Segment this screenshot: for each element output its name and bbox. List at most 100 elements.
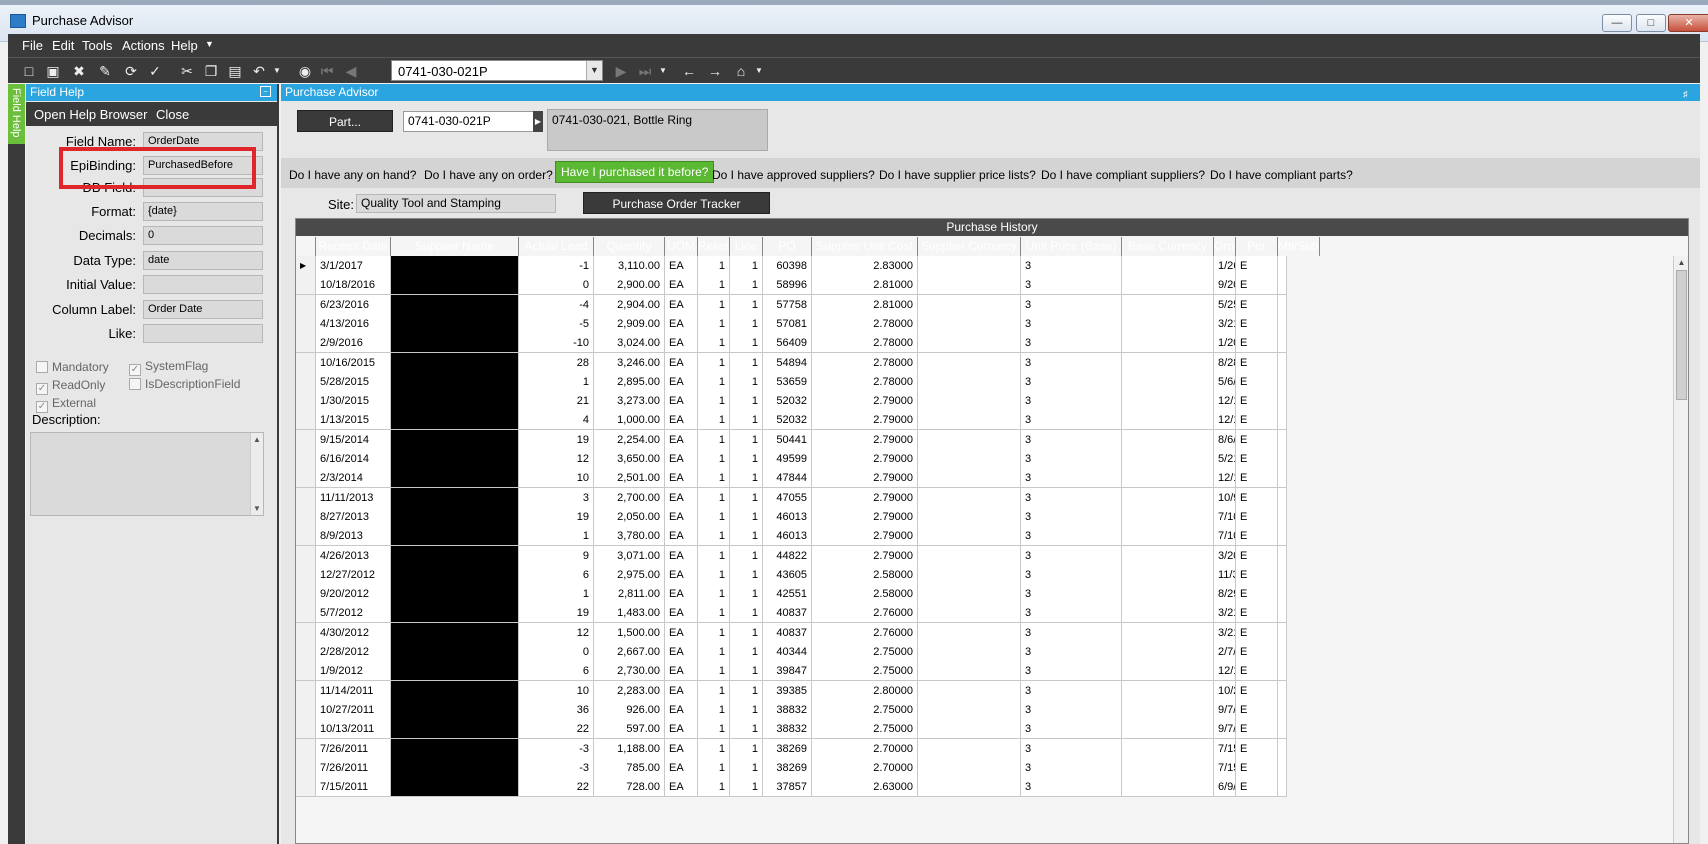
cell-base-currency[interactable] <box>1122 738 1214 759</box>
cell-mtl-sub[interactable] <box>1278 757 1287 778</box>
table-row[interactable]: 4/13/2016-52,909.00EA11570812.7800033/21… <box>296 313 1448 334</box>
cell-po[interactable]: 57081 <box>763 313 812 334</box>
cell-actual-lead[interactable]: 1 <box>519 371 594 392</box>
cell-base-currency[interactable] <box>1122 603 1214 624</box>
cell-order-date[interactable]: 7/10/2013 <box>1214 526 1236 547</box>
cell-po[interactable]: 38269 <box>763 757 812 778</box>
grid-scroll-thumb[interactable] <box>1676 270 1687 400</box>
cell-line[interactable]: 1 <box>730 449 763 469</box>
purchase-order-tracker-button[interactable]: Purchase Order Tracker <box>583 192 770 214</box>
cell-base-currency[interactable] <box>1122 699 1214 720</box>
cell-mtl-sub[interactable] <box>1278 275 1287 296</box>
cell-supplier-currency[interactable] <box>918 642 1021 662</box>
cell-unit-price-base-[interactable]: 3 <box>1021 294 1122 315</box>
cell-actual-lead[interactable]: 36 <box>519 699 594 720</box>
row-selector[interactable] <box>296 719 316 740</box>
cell-relea[interactable]: 1 <box>698 506 730 527</box>
cell-actual-lead[interactable]: -3 <box>519 757 594 778</box>
forward-icon[interactable]: → <box>706 62 724 80</box>
cell-actual-lead[interactable]: 21 <box>519 391 594 412</box>
cell-supplier-unit-cost[interactable]: 2.78000 <box>812 371 918 392</box>
cell-actual-lead[interactable]: -5 <box>519 313 594 334</box>
cell-actual-lead[interactable]: 19 <box>519 506 594 527</box>
cell-receipt-date[interactable]: 6/16/2014 <box>316 449 391 469</box>
row-selector[interactable] <box>296 777 316 798</box>
cell-supplier-name[interactable] <box>391 256 519 276</box>
cell-mtl-sub[interactable] <box>1278 333 1287 354</box>
cell-mtl-sub[interactable] <box>1278 294 1287 315</box>
menu-actions[interactable]: Actions <box>122 38 165 53</box>
cell-relea[interactable]: 1 <box>698 738 730 759</box>
cell-actual-lead[interactable]: -3 <box>519 738 594 759</box>
cell-quantity[interactable]: 926.00 <box>594 699 665 720</box>
cell-quantity[interactable]: 3,024.00 <box>594 333 665 354</box>
cell-actual-lead[interactable]: -4 <box>519 294 594 315</box>
question-purchased-before[interactable]: Have I purchased it before? <box>555 161 715 183</box>
cell-per[interactable]: E <box>1236 333 1278 354</box>
cell-uom[interactable]: EA <box>665 468 698 489</box>
cell-unit-price-base-[interactable]: 3 <box>1021 603 1122 624</box>
cell-actual-lead[interactable]: 19 <box>519 429 594 450</box>
cell-line[interactable]: 1 <box>730 584 763 605</box>
column-header-actual-lead[interactable]: Actual Lead <box>519 237 594 256</box>
cell-supplier-currency[interactable] <box>918 738 1021 759</box>
cell-order-date[interactable]: 9/20/2016 <box>1214 275 1236 296</box>
cell-uom[interactable]: EA <box>665 391 698 412</box>
cell-supplier-unit-cost[interactable]: 2.81000 <box>812 275 918 296</box>
cell-quantity[interactable]: 1,500.00 <box>594 622 665 643</box>
cell-quantity[interactable]: 2,700.00 <box>594 487 665 508</box>
cell-unit-price-base-[interactable]: 3 <box>1021 642 1122 662</box>
cell-receipt-date[interactable]: 3/1/2017 <box>316 256 391 276</box>
cell-supplier-unit-cost[interactable]: 2.81000 <box>812 294 918 315</box>
cell-uom[interactable]: EA <box>665 313 698 334</box>
cell-mtl-sub[interactable] <box>1278 256 1287 276</box>
cell-unit-price-base-[interactable]: 3 <box>1021 256 1122 276</box>
cell-uom[interactable]: EA <box>665 506 698 527</box>
question-compliant-parts[interactable]: Do I have compliant parts? <box>1210 168 1353 182</box>
cell-po[interactable]: 46013 <box>763 506 812 527</box>
cell-supplier-currency[interactable] <box>918 545 1021 566</box>
cell-quantity[interactable]: 1,000.00 <box>594 410 665 431</box>
cell-relea[interactable]: 1 <box>698 680 730 701</box>
cell-line[interactable]: 1 <box>730 777 763 798</box>
cell-quantity[interactable]: 2,730.00 <box>594 661 665 682</box>
row-selector[interactable] <box>296 487 316 508</box>
cell-relea[interactable]: 1 <box>698 661 730 682</box>
cell-relea[interactable]: 1 <box>698 642 730 662</box>
row-selector[interactable] <box>296 661 316 682</box>
cell-receipt-date[interactable]: 4/13/2016 <box>316 313 391 334</box>
cell-supplier-unit-cost[interactable]: 2.79000 <box>812 429 918 450</box>
cell-actual-lead[interactable]: 1 <box>519 526 594 547</box>
cell-order-date[interactable]: 8/6/2014 <box>1214 429 1236 450</box>
menu-file[interactable]: File <box>22 38 43 53</box>
cell-supplier-unit-cost[interactable]: 2.75000 <box>812 699 918 720</box>
cell-unit-price-base-[interactable]: 3 <box>1021 699 1122 720</box>
cell-supplier-unit-cost[interactable]: 2.79000 <box>812 449 918 469</box>
cell-order-date[interactable]: 8/29/2012 <box>1214 584 1236 605</box>
cell-per[interactable]: E <box>1236 719 1278 740</box>
table-row[interactable]: 5/28/201512,895.00EA11536592.7800035/6/2… <box>296 371 1448 392</box>
cell-supplier-currency[interactable] <box>918 777 1021 798</box>
cell-per[interactable]: E <box>1236 256 1278 276</box>
cell-supplier-name[interactable] <box>391 699 519 720</box>
cell-supplier-unit-cost[interactable]: 2.79000 <box>812 487 918 508</box>
new-icon[interactable]: □ <box>20 62 38 80</box>
row-selector[interactable] <box>296 333 316 354</box>
cell-quantity[interactable]: 728.00 <box>594 777 665 798</box>
delete-icon[interactable]: ✖ <box>70 62 88 80</box>
undo-dropdown-icon[interactable]: ▼ <box>268 62 286 80</box>
row-selector[interactable] <box>296 757 316 778</box>
cell-receipt-date[interactable]: 8/27/2013 <box>316 506 391 527</box>
scroll-up-icon[interactable]: ▲ <box>253 435 261 444</box>
cell-po[interactable]: 47055 <box>763 487 812 508</box>
cell-quantity[interactable]: 3,071.00 <box>594 545 665 566</box>
cell-base-currency[interactable] <box>1122 313 1214 334</box>
cell-base-currency[interactable] <box>1122 661 1214 682</box>
cell-supplier-name[interactable] <box>391 391 519 412</box>
cell-supplier-name[interactable] <box>391 506 519 527</box>
cell-order-date[interactable]: 10/9/2013 <box>1214 487 1236 508</box>
cell-base-currency[interactable] <box>1122 410 1214 431</box>
cell-per[interactable]: E <box>1236 603 1278 624</box>
cell-relea[interactable]: 1 <box>698 622 730 643</box>
cell-supplier-name[interactable] <box>391 352 519 373</box>
